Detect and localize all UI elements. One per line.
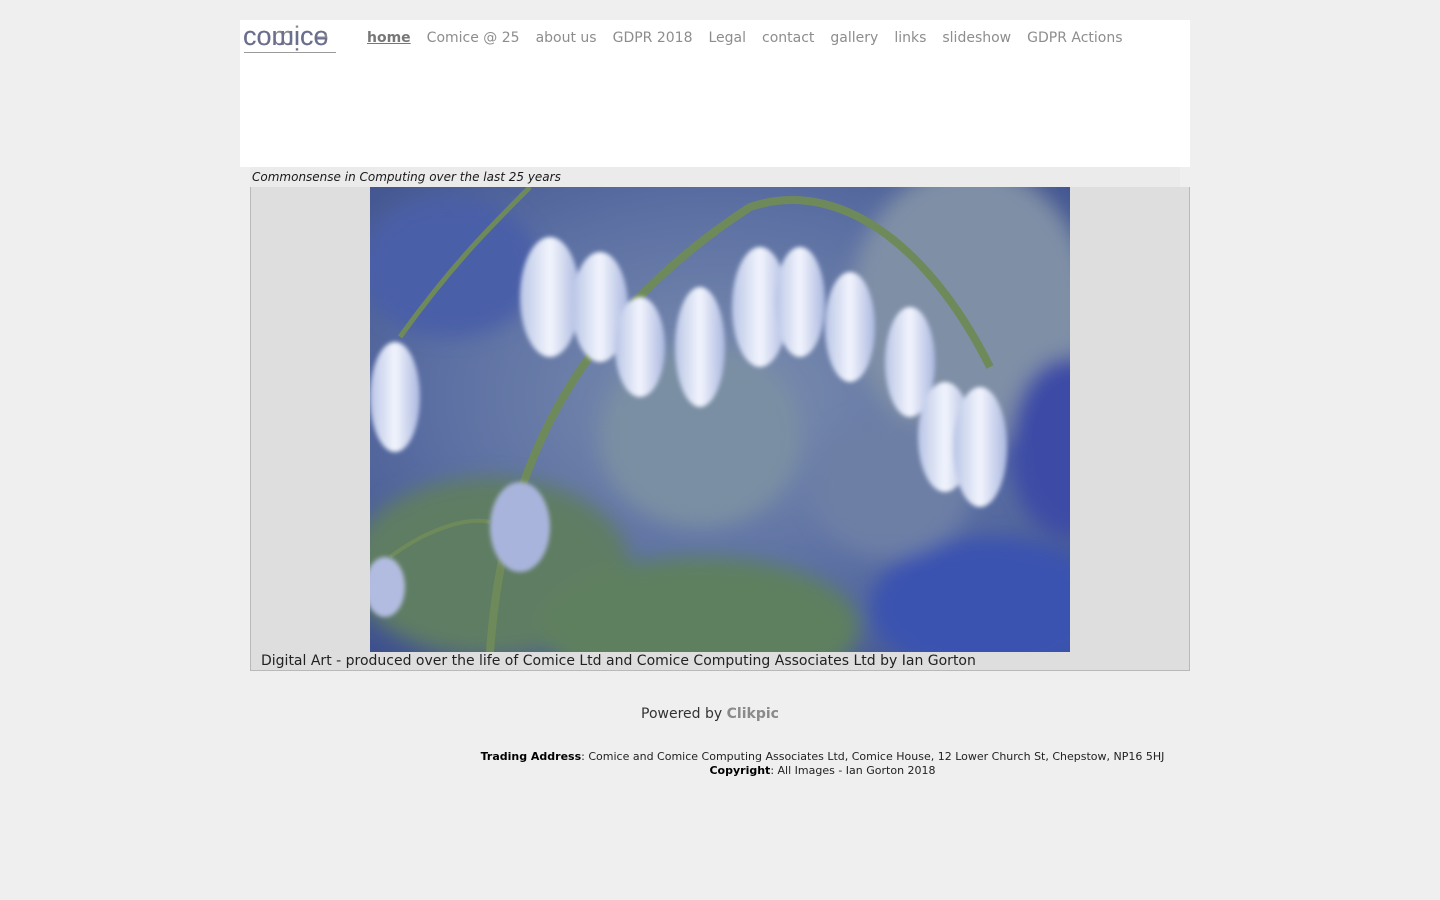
nav-item-slideshow[interactable]: slideshow <box>942 28 1011 48</box>
copyright-line: Copyright: All Images - Ian Gorton 2018 <box>440 764 1205 778</box>
bluebell-photo-image <box>370 187 1070 652</box>
trading-address-value: : Comice and Comice Computing Associates… <box>581 750 1165 763</box>
trading-address-label: Trading Address <box>480 750 582 763</box>
nav-item-about-us[interactable]: about us <box>536 28 597 48</box>
nav-item-gdpr-2018[interactable]: GDPR 2018 <box>613 28 693 48</box>
powered-by: Powered by Clikpic <box>0 706 1420 722</box>
tagline-bar: Commonsense in Computing over the last 2… <box>250 167 1180 187</box>
powered-by-prefix: Powered by <box>641 706 723 722</box>
copyright-label: Copyright <box>709 764 771 777</box>
clikpic-link[interactable]: Clikpic <box>727 706 779 722</box>
site-logo[interactable]: comice comice <box>243 21 339 77</box>
gallery-panel: Digital Art - produced over the life of … <box>250 187 1190 671</box>
logo-mirrored-text: comice <box>243 25 329 55</box>
site-header: comice comice home Comice @ 25 about us … <box>240 20 1190 167</box>
photo-caption: Digital Art - produced over the life of … <box>261 653 976 669</box>
featured-photo[interactable] <box>370 187 1070 652</box>
nav-item-links[interactable]: links <box>894 28 926 48</box>
nav-item-home[interactable]: home <box>367 28 411 48</box>
nav-item-gallery[interactable]: gallery <box>830 28 878 48</box>
nav-item-legal[interactable]: Legal <box>708 28 746 48</box>
site-footer: Trading Address: Comice and Comice Compu… <box>440 750 1205 778</box>
nav-item-comice-25[interactable]: Comice @ 25 <box>427 28 520 48</box>
nav-item-contact[interactable]: contact <box>762 28 814 48</box>
trading-address-line: Trading Address: Comice and Comice Compu… <box>440 750 1205 764</box>
main-nav: home Comice @ 25 about us GDPR 2018 Lega… <box>367 28 1139 48</box>
tagline-text: Commonsense in Computing over the last 2… <box>252 170 561 184</box>
nav-item-gdpr-actions[interactable]: GDPR Actions <box>1027 28 1122 48</box>
copyright-value: : All Images - Ian Gorton 2018 <box>770 764 936 777</box>
